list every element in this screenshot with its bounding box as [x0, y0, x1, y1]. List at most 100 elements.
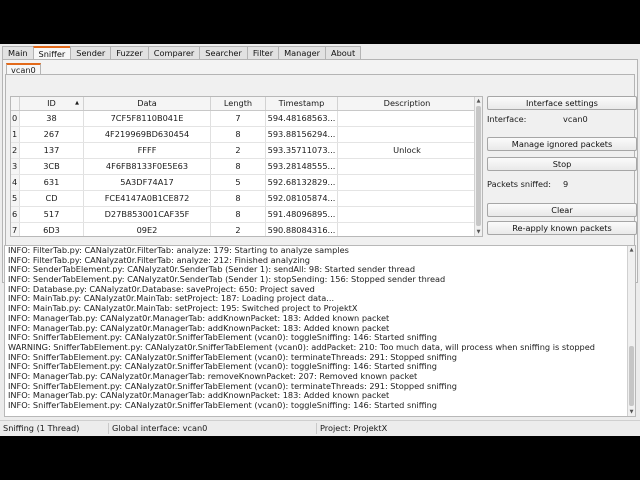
sort-ascending-icon: ▲: [75, 100, 79, 106]
cell-data: 09E2: [84, 223, 211, 236]
status-state: Sniffing (1 Thread): [3, 423, 80, 433]
column-header-length[interactable]: Length: [211, 97, 266, 110]
status-project: Project: ProjektX: [316, 423, 640, 434]
table-row[interactable]: 3 3CB 4F6FB8133F0E5E63 8 593.28148555...: [11, 159, 477, 175]
table-row[interactable]: 1 267 4F219969BD630454 8 593.88156294...: [11, 127, 477, 143]
table-row[interactable]: 6 517 D27B853001CAF35F 8 591.48096895...: [11, 207, 477, 223]
row-index-header: [11, 97, 20, 110]
tab-searcher[interactable]: Searcher: [199, 46, 248, 59]
table-header: ID ▲ Data Length Timestamp Description: [11, 97, 477, 111]
cell-length: 8: [211, 207, 266, 222]
tab-sender[interactable]: Sender: [70, 46, 112, 59]
column-label-id: ID: [47, 98, 56, 108]
packets-sniffed-label: Packets sniffed:: [487, 179, 552, 189]
column-header-timestamp[interactable]: Timestamp: [266, 97, 338, 110]
cell-id: 6D3: [20, 223, 84, 236]
table-row[interactable]: 4 631 5A3DF74A17 5 592.68132829...: [11, 175, 477, 191]
tab-filter[interactable]: Filter: [246, 46, 280, 59]
scroll-up-icon[interactable]: ▲: [475, 97, 482, 105]
cell-data: 4F6FB8133F0E5E63: [84, 159, 211, 174]
table-row[interactable]: 7 6D3 09E2 2 590.88084316...: [11, 223, 477, 236]
table-body: 0 38 7CF5F8110B041E 7 594.48168563... 1 267 4F2…: [11, 111, 477, 236]
cell-id: 631: [20, 175, 84, 190]
packets-table[interactable]: ID ▲ Data Length Timestamp Description 0…: [10, 96, 483, 237]
log-scrollbar[interactable]: ▲ ▼: [627, 246, 635, 416]
cell-idx: 5: [11, 191, 20, 206]
cell-id: 517: [20, 207, 84, 222]
cell-timestamp: 593.28148555...: [266, 159, 338, 174]
log-output[interactable]: INFO: FilterTab.py: CANalyzat0r.FilterTa…: [4, 245, 636, 417]
tab-manager[interactable]: Manager: [278, 46, 326, 59]
cell-timestamp: 590.88084316...: [266, 223, 338, 236]
cell-description: [338, 159, 477, 174]
cell-length: 2: [211, 143, 266, 158]
cell-idx: 0: [11, 111, 20, 126]
cell-length: 8: [211, 159, 266, 174]
cell-timestamp: 594.48168563...: [266, 111, 338, 126]
scroll-down-icon[interactable]: ▼: [475, 228, 482, 236]
log-lines: INFO: FilterTab.py: CANalyzat0r.FilterTa…: [5, 246, 635, 411]
cell-data: 7CF5F8110B041E: [84, 111, 211, 126]
cell-length: 7: [211, 111, 266, 126]
stop-button[interactable]: Stop: [487, 157, 637, 171]
cell-description: [338, 191, 477, 206]
cell-description: [338, 175, 477, 190]
cell-id: 3CB: [20, 159, 84, 174]
log-scroll-thumb[interactable]: [629, 346, 634, 406]
cell-id: 137: [20, 143, 84, 158]
cell-description: [338, 223, 477, 236]
cell-data: FFFF: [84, 143, 211, 158]
tab-main[interactable]: Main: [2, 46, 34, 59]
table-scroll-thumb[interactable]: [476, 106, 481, 226]
app-window: Main Sniffer Sender Fuzzer Comparer Searcher F…: [0, 44, 640, 436]
cell-timestamp: 593.35711073...: [266, 143, 338, 158]
cell-description: [338, 207, 477, 222]
packets-sniffed-value: 9: [563, 179, 569, 189]
tab-sniffer[interactable]: Sniffer: [32, 46, 72, 60]
cell-idx: 1: [11, 127, 20, 142]
status-global-interface: Global interface: vcan0: [108, 423, 316, 434]
tab-about[interactable]: About: [324, 46, 362, 59]
table-scrollbar[interactable]: ▲ ▼: [474, 97, 482, 236]
cell-idx: 6: [11, 207, 20, 222]
cell-idx: 2: [11, 143, 20, 158]
column-header-data[interactable]: Data: [84, 97, 211, 110]
cell-description: [338, 111, 477, 126]
tab-comparer[interactable]: Comparer: [147, 46, 201, 59]
table-row[interactable]: 2 137 FFFF 2 593.35711073... Unlock: [11, 143, 477, 159]
cell-description: Unlock: [338, 143, 477, 158]
cell-id: CD: [20, 191, 84, 206]
cell-id: 38: [20, 111, 84, 126]
log-scroll-down-icon[interactable]: ▼: [628, 408, 635, 416]
cell-length: 5: [211, 175, 266, 190]
interface-settings-button[interactable]: Interface settings: [487, 96, 637, 110]
cell-timestamp: 593.88156294...: [266, 127, 338, 142]
log-scroll-up-icon[interactable]: ▲: [628, 246, 635, 254]
cell-timestamp: 592.68132829...: [266, 175, 338, 190]
cell-idx: 3: [11, 159, 20, 174]
interface-label: Interface:: [487, 114, 527, 124]
column-header-id[interactable]: ID ▲: [20, 97, 84, 110]
cell-data: FCE4147A0B1CE872: [84, 191, 211, 206]
status-bar: Sniffing (1 Thread) Global interface: vc…: [0, 420, 640, 436]
log-line: INFO: SnifferTabElement.py: CANalyzat0r.…: [8, 400, 437, 410]
cell-length: 2: [211, 223, 266, 236]
clear-button[interactable]: Clear: [487, 203, 637, 217]
main-tabbar: Main Sniffer Sender Fuzzer Comparer Searcher F…: [2, 46, 362, 60]
cell-data: D27B853001CAF35F: [84, 207, 211, 222]
table-row[interactable]: 5 CD FCE4147A0B1CE872 8 592.08105874...: [11, 191, 477, 207]
cell-length: 8: [211, 127, 266, 142]
cell-timestamp: 591.48096895...: [266, 207, 338, 222]
cell-idx: 4: [11, 175, 20, 190]
cell-timestamp: 592.08105874...: [266, 191, 338, 206]
tab-fuzzer[interactable]: Fuzzer: [110, 46, 149, 59]
table-row[interactable]: 0 38 7CF5F8110B041E 7 594.48168563...: [11, 111, 477, 127]
cell-idx: 7: [11, 223, 20, 236]
cell-id: 267: [20, 127, 84, 142]
cell-data: 5A3DF74A17: [84, 175, 211, 190]
cell-length: 8: [211, 191, 266, 206]
column-header-description[interactable]: Description: [338, 97, 477, 110]
manage-ignored-packets-button[interactable]: Manage ignored packets: [487, 137, 637, 151]
reapply-known-packets-button[interactable]: Re-apply known packets: [487, 221, 637, 235]
cell-description: [338, 127, 477, 142]
